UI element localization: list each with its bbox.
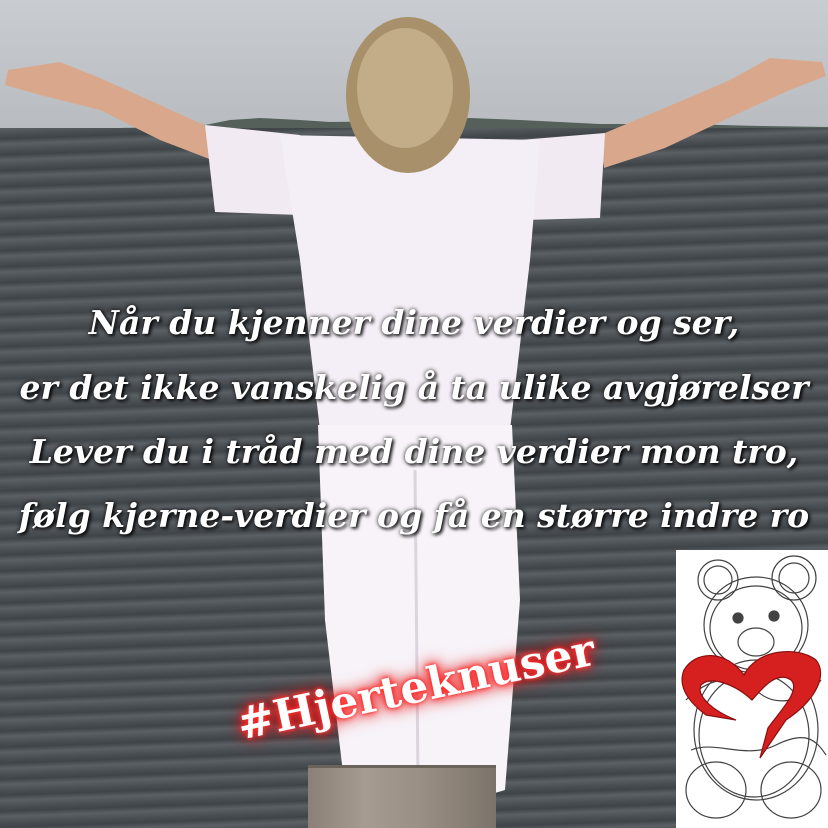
poem-line-2: er det ikke vanskelig å ta ulike avgjøre… xyxy=(19,368,809,407)
poem-line-1: Når du kjenner dine verdier og ser, xyxy=(88,303,740,342)
teddy-bear-icon xyxy=(681,555,827,819)
poem-line-3: Lever du i tråd med dine verdier mon tro… xyxy=(29,432,799,471)
poem-line-4: følg kjerne-verdier og få en større indr… xyxy=(18,496,810,535)
teddy-heart-logo xyxy=(676,550,828,828)
wooden-dock xyxy=(308,765,496,828)
photo-scene: Når du kjenner dine verdier og ser, er d… xyxy=(0,0,828,828)
